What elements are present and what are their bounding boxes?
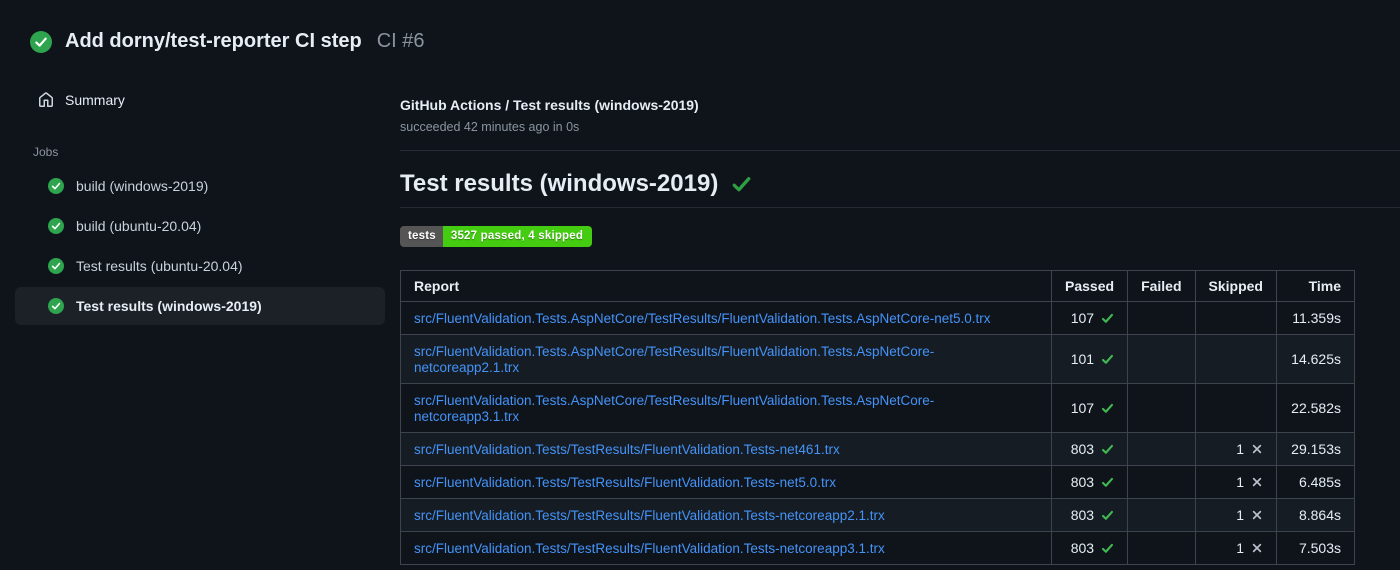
home-icon	[38, 92, 54, 108]
job-label: Test results (ubuntu-20.04)	[76, 258, 243, 274]
table-row: src/FluentValidation.Tests/TestResults/F…	[399, 498, 1355, 532]
passed-cell: 803	[1051, 531, 1129, 565]
job-label: build (windows-2019)	[76, 178, 209, 194]
sidebar-item-test-results-ubuntu-2004[interactable]: Test results (ubuntu-20.04)	[15, 247, 385, 285]
report-link[interactable]: src/FluentValidation.Tests/TestResults/F…	[414, 541, 885, 556]
badge-label: tests	[400, 226, 443, 247]
time-cell: 11.359s	[1276, 301, 1355, 335]
run-number: CI #6	[376, 30, 425, 52]
run-header: Add dorny/test-reporter CI step CI #6	[0, 0, 1400, 53]
report-link[interactable]: src/FluentValidation.Tests.AspNetCore/Te…	[414, 344, 934, 375]
report-link[interactable]: src/FluentValidation.Tests/TestResults/F…	[414, 442, 840, 457]
sidebar-item-build-windows-2019[interactable]: build (windows-2019)	[15, 167, 385, 205]
table-row: src/FluentValidation.Tests.AspNetCore/Te…	[399, 334, 1355, 384]
time-cell: 8.864s	[1276, 498, 1355, 532]
time-cell: 7.503s	[1276, 531, 1355, 565]
report-link[interactable]: src/FluentValidation.Tests.AspNetCore/Te…	[414, 311, 991, 326]
failed-cell	[1127, 465, 1196, 499]
tests-count-badge: tests 3527 passed, 4 skipped	[400, 226, 593, 247]
check-suite-title: GitHub Actions / Test results (windows-2…	[400, 97, 699, 113]
check-icon	[1101, 312, 1114, 325]
main-panel: GitHub Actions / Test results (windows-2…	[399, 87, 1400, 565]
check-circle-icon	[48, 178, 64, 194]
failed-cell	[1127, 334, 1196, 384]
check-icon	[1101, 443, 1114, 456]
skipped-cell: 1	[1194, 465, 1278, 499]
run-status-check-circle-icon	[30, 30, 52, 53]
passed-cell: 803	[1051, 498, 1129, 532]
job-label: Test results (windows-2019)	[76, 298, 262, 314]
column-header-failed: Failed	[1127, 270, 1196, 302]
cross-icon	[1251, 443, 1263, 455]
skipped-cell: 1	[1194, 531, 1278, 565]
page-heading-text: Test results (windows-2019)	[400, 170, 719, 197]
section-divider	[400, 150, 1400, 151]
sidebar: Summary Jobs build (windows-2019) build …	[0, 87, 400, 565]
report-link[interactable]: src/FluentValidation.Tests.AspNetCore/Te…	[414, 393, 934, 424]
check-icon	[1101, 402, 1114, 415]
sidebar-item-build-ubuntu-2004[interactable]: build (ubuntu-20.04)	[15, 207, 385, 245]
skipped-cell	[1194, 383, 1278, 433]
time-cell: 22.582s	[1276, 383, 1355, 433]
check-icon	[1101, 509, 1114, 522]
job-label: build (ubuntu-20.04)	[76, 218, 202, 234]
heading-check-icon	[731, 174, 752, 195]
passed-cell: 803	[1051, 465, 1129, 499]
skipped-cell: 1	[1194, 498, 1278, 532]
column-header-time: Time	[1276, 270, 1355, 302]
cross-icon	[1251, 542, 1263, 554]
skipped-cell	[1194, 301, 1278, 335]
table-row: src/FluentValidation.Tests.AspNetCore/Te…	[399, 301, 1355, 335]
summary-label: Summary	[65, 92, 125, 108]
passed-cell: 107	[1051, 383, 1129, 433]
check-circle-icon	[48, 218, 64, 234]
column-header-skipped: Skipped	[1194, 270, 1278, 302]
badge-value: 3527 passed, 4 skipped	[442, 226, 593, 247]
jobs-section-label: Jobs	[33, 145, 59, 159]
skipped-cell: 1	[1194, 432, 1278, 466]
check-icon	[1101, 542, 1114, 555]
column-header-passed: Passed	[1051, 270, 1129, 302]
table-row: src/FluentValidation.Tests/TestResults/F…	[399, 432, 1355, 466]
content-area: Summary Jobs build (windows-2019) build …	[0, 87, 1400, 565]
failed-cell	[1127, 383, 1196, 433]
failed-cell	[1127, 498, 1196, 532]
check-icon	[1101, 476, 1114, 489]
run-title: Add dorny/test-reporter CI step	[65, 30, 362, 52]
test-results-table: Report Passed Failed Skipped Time src/Fl…	[399, 270, 1355, 565]
passed-cell: 101	[1051, 334, 1129, 384]
failed-cell	[1127, 301, 1196, 335]
time-cell: 6.485s	[1276, 465, 1355, 499]
cross-icon	[1251, 476, 1263, 488]
check-suite-status: succeeded 42 minutes ago in 0s	[400, 120, 580, 134]
sidebar-item-test-results-windows-2019[interactable]: Test results (windows-2019)	[15, 287, 385, 325]
table-row: src/FluentValidation.Tests.AspNetCore/Te…	[399, 383, 1355, 433]
table-row: src/FluentValidation.Tests/TestResults/F…	[399, 531, 1355, 565]
skipped-cell	[1194, 334, 1278, 384]
report-link[interactable]: src/FluentValidation.Tests/TestResults/F…	[414, 475, 836, 490]
check-circle-icon	[48, 298, 64, 314]
time-cell: 29.153s	[1276, 432, 1355, 466]
passed-cell: 107	[1051, 301, 1129, 335]
failed-cell	[1127, 531, 1196, 565]
check-circle-icon	[48, 258, 64, 274]
table-row: src/FluentValidation.Tests/TestResults/F…	[399, 465, 1355, 499]
page-heading: Test results (windows-2019)	[400, 169, 1400, 208]
passed-cell: 803	[1051, 432, 1129, 466]
failed-cell	[1127, 432, 1196, 466]
table-header-row: Report Passed Failed Skipped Time	[399, 270, 1355, 302]
report-link[interactable]: src/FluentValidation.Tests/TestResults/F…	[414, 508, 885, 523]
time-cell: 14.625s	[1276, 334, 1355, 384]
sidebar-item-summary[interactable]: Summary	[15, 87, 385, 113]
check-icon	[1101, 353, 1114, 366]
column-header-report: Report	[399, 270, 1053, 302]
cross-icon	[1251, 509, 1263, 521]
